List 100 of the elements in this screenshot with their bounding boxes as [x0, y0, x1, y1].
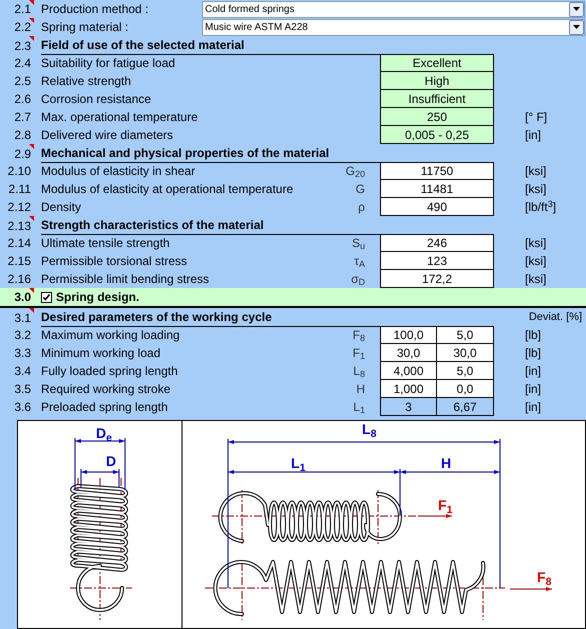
value-cell[interactable]: 1,000: [380, 380, 437, 398]
caret-icon: [573, 25, 580, 29]
dropdown[interactable]: Music wire ASTM A228: [202, 18, 585, 36]
row-number: 2.5: [14, 73, 31, 90]
symbol: G: [356, 182, 365, 196]
field-label: Max. operational temperature: [40, 109, 199, 126]
field-label: Minimum working load: [40, 345, 162, 362]
field-label: Spring material :: [40, 19, 130, 36]
field-label: Relative strength: [40, 73, 132, 90]
unit-label: [lb]: [525, 328, 542, 342]
row-number: 3.4: [14, 363, 31, 380]
value-cell: High: [380, 72, 494, 90]
symbol: F$_{1}$: [352, 346, 365, 360]
column-header: Deviat. [%]: [528, 310, 583, 326]
value-cell: 3: [380, 398, 437, 416]
field-label: Required working stroke: [40, 381, 172, 398]
row-number: 2.13: [8, 218, 31, 234]
row-number: 2.15: [8, 253, 31, 270]
row-number: 2.4: [14, 55, 31, 72]
value-cell: 490: [380, 198, 494, 216]
value-cell[interactable]: 5,0: [437, 326, 494, 344]
value-cell[interactable]: 30,0: [380, 344, 437, 362]
section-heading: Desired parameters of the working cycle: [41, 309, 272, 326]
row-number: 2.6: [14, 91, 31, 108]
symbol: L$_{8}$: [353, 364, 365, 378]
section-title: Spring design.: [56, 289, 140, 306]
unit-label: [ksi]: [525, 272, 546, 286]
value-cell[interactable]: 30,0: [437, 344, 494, 362]
dropdown-button[interactable]: [569, 2, 584, 16]
field-label: Delivered wire diameters: [40, 127, 174, 144]
field-label: Modulus of elasticity in shear: [40, 163, 196, 180]
section-heading: Strength characteristics of the material: [41, 217, 264, 234]
field-label: Suitability for fatigue load: [40, 55, 176, 72]
force-arrow: [510, 587, 552, 591]
unit-label: [° F]: [525, 110, 548, 124]
dimension-label: F$_{8}$: [537, 570, 552, 584]
field-label: Permissible torsional stress: [40, 253, 188, 270]
row-number: 3.1: [14, 310, 31, 326]
force-arrow: [420, 514, 452, 518]
value-cell: 172,2: [380, 270, 494, 288]
field-label: Ultimate tensile strength: [40, 235, 171, 252]
unit-label: [ksi]: [525, 254, 546, 268]
unit-label: [lb]: [525, 346, 542, 360]
value-cell: 6,67: [437, 398, 494, 416]
dimension-label: D: [106, 454, 116, 468]
unit-label: [ksi]: [525, 236, 546, 250]
value-cell[interactable]: 4,000: [380, 362, 437, 380]
value-cell: 11481: [380, 180, 494, 198]
symbol: L$_{1}$: [353, 400, 365, 414]
symbol: ρ: [358, 200, 365, 214]
field-label: Preloaded spring length: [40, 399, 169, 416]
value-cell: Excellent: [380, 54, 494, 72]
field-label: Corrosion resistance: [40, 91, 152, 108]
symbol: F$_{8}$: [352, 328, 365, 342]
row-number: 2.3: [14, 38, 31, 54]
field-label: Fully loaded spring length: [40, 363, 179, 380]
dropdown-button[interactable]: [569, 20, 584, 34]
row-number: 3.0: [14, 289, 31, 306]
row-number: 2.1: [14, 1, 31, 18]
unit-label: [in]: [525, 400, 542, 414]
dimension-label: H: [441, 456, 452, 470]
row-number: 3.6: [14, 399, 31, 416]
value-cell: 123: [380, 252, 494, 270]
row-number: 2.14: [8, 235, 31, 252]
row-number: 3.5: [14, 381, 31, 398]
row-number: 2.12: [8, 199, 31, 216]
row-number: 2.11: [8, 181, 31, 198]
unit-label: [ksi]: [525, 182, 546, 196]
field-label: Permissible limit bending stress: [40, 271, 210, 288]
row-number: 2.16: [8, 271, 31, 288]
row-number: 3.2: [14, 327, 31, 344]
field-label: Production method :: [40, 1, 150, 18]
unit-label: [lb/ft$^{3}$]: [525, 200, 556, 214]
row-number: 2.10: [8, 163, 31, 180]
symbol: H: [356, 382, 365, 396]
dimension-label: L$_{8}$: [362, 422, 376, 436]
symbol: σ$_{D}$: [351, 272, 365, 286]
unit-label: [in]: [525, 364, 542, 378]
value-cell: 11750: [380, 162, 494, 180]
value-cell[interactable]: 100,0: [380, 326, 437, 344]
dimension-label: L$_{1}$: [291, 456, 306, 470]
value-cell: Insufficient: [380, 90, 494, 108]
field-label: Density: [40, 199, 82, 216]
row-number: 2.9: [14, 146, 31, 162]
row-number: 2.8: [14, 127, 31, 144]
symbol: τ$_{A}$: [354, 254, 365, 268]
value-cell[interactable]: 0,0: [437, 380, 494, 398]
checkbox[interactable]: [41, 292, 52, 302]
row-number: 2.2: [14, 19, 31, 36]
symbol: G$_{20}$: [346, 164, 365, 178]
unit-label: [in]: [525, 382, 542, 396]
dropdown[interactable]: Cold formed springs: [202, 0, 585, 18]
section-heading: Field of use of the selected material: [41, 37, 244, 54]
section-heading: Mechanical and physical properties of the material: [41, 145, 330, 162]
unit-label: [in]: [525, 128, 542, 142]
value-cell: 246: [380, 234, 494, 252]
field-label: Modulus of elasticity at operational temperature: [40, 181, 294, 198]
value-cell[interactable]: 5,0: [437, 362, 494, 380]
value-cell: 0,005 - 0,25: [380, 126, 494, 144]
row-number: 3.3: [14, 345, 31, 362]
